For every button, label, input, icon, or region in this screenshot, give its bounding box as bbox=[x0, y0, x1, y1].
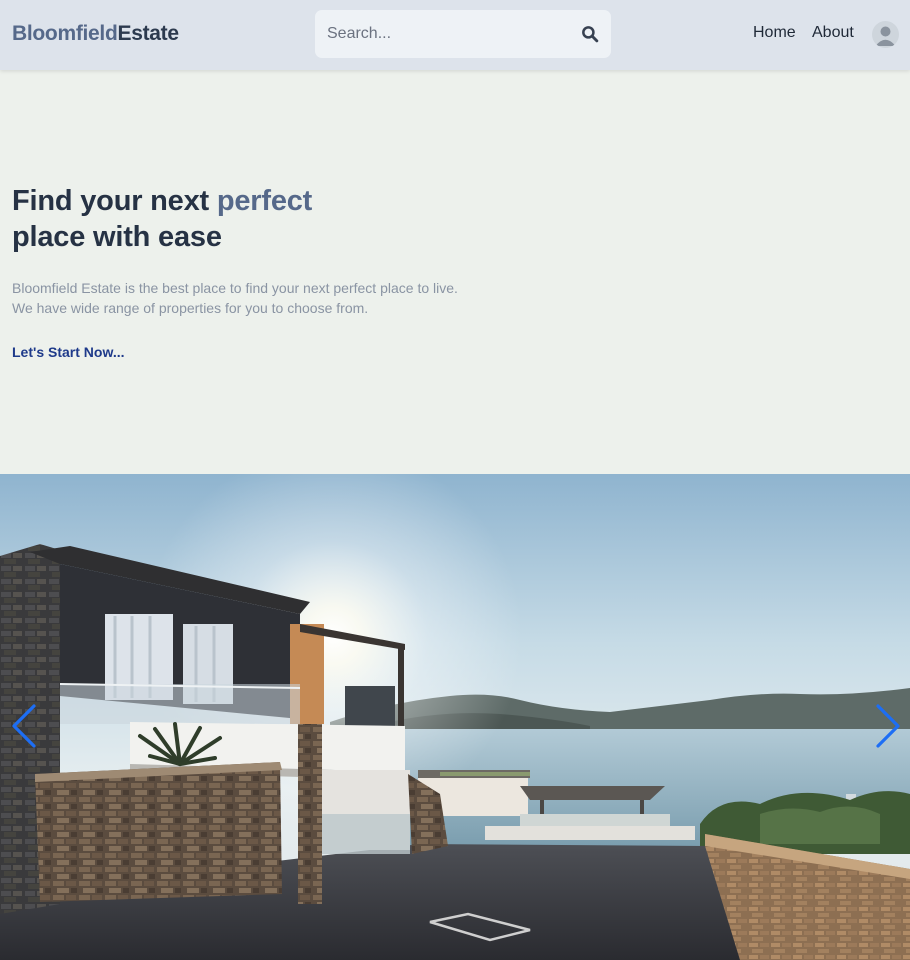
brand-name-part2: Estate bbox=[117, 22, 180, 45]
brand-logo[interactable]: BloomfieldEstate bbox=[12, 22, 179, 46]
search-bar bbox=[315, 10, 611, 58]
hero-description-line2: We have wide range of properties for you… bbox=[12, 300, 369, 316]
user-avatar-icon[interactable] bbox=[872, 21, 899, 48]
carousel-image bbox=[0, 474, 910, 960]
chevron-right-icon[interactable] bbox=[873, 703, 903, 749]
chevron-left-icon[interactable] bbox=[9, 703, 39, 749]
hero-title-accent: perfect bbox=[216, 185, 313, 217]
hero-description-line1: Bloomfield Estate is the best place to f… bbox=[12, 280, 458, 296]
brand-name-part1: Bloomfield bbox=[12, 22, 118, 45]
search-input[interactable] bbox=[315, 10, 565, 58]
hero-title: Find your next perfect place with ease bbox=[12, 183, 312, 255]
search-icon[interactable] bbox=[581, 25, 599, 43]
start-now-link[interactable]: Let's Start Now... bbox=[12, 344, 125, 360]
hero-description: Bloomfield Estate is the best place to f… bbox=[12, 278, 532, 318]
navbar: BloomfieldEstate Home About bbox=[0, 0, 910, 70]
nav-about-link[interactable]: About bbox=[812, 24, 854, 42]
hero-title-end: place with ease bbox=[12, 221, 222, 253]
nav-home-link[interactable]: Home bbox=[753, 24, 796, 42]
hero-title-start: Find your next bbox=[12, 185, 217, 217]
image-carousel bbox=[0, 474, 910, 960]
